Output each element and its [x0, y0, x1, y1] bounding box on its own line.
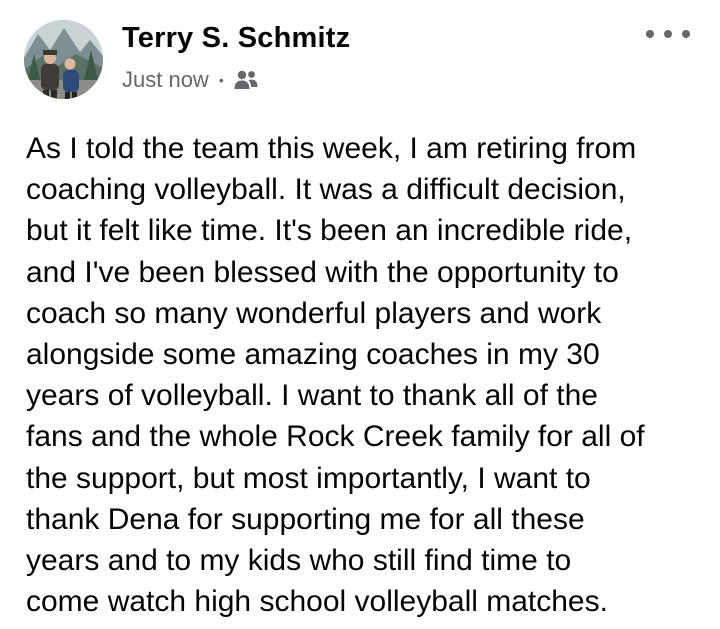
post-text-line: years and to my kids who still find time… [26, 544, 572, 578]
author-name[interactable]: Terry S. Schmitz [122, 22, 350, 55]
post-text: As I told the team this week, I am retir… [26, 128, 706, 622]
post-text-line: come watch high school volleyball matche… [26, 585, 608, 619]
post-timestamp[interactable]: Just now [122, 67, 209, 93]
meta-separator: • [218, 72, 224, 88]
author-avatar[interactable] [24, 20, 103, 99]
post-text-line: but it felt like time. It's been an incr… [26, 214, 633, 248]
post-text-line: the support, but most importantly, I wan… [26, 461, 591, 495]
post-text-line: fans and the whole Rock Creek family for… [26, 420, 645, 454]
post-text-line: coach so many wonderful players and work [26, 296, 602, 330]
post-text-line: As I told the team this week, I am retir… [26, 132, 637, 165]
more-dot [646, 30, 654, 38]
friends-icon[interactable] [233, 69, 259, 91]
post-text-line: thank Dena for supporting me for all the… [26, 502, 585, 536]
post-text-line: coaching volleyball. It was a difficult … [26, 173, 626, 207]
post-text-line: years of volleyball. I want to thank all… [26, 379, 598, 413]
avatar-photo [24, 20, 103, 99]
more-options-icon[interactable] [646, 20, 690, 48]
facebook-post: Terry S. Schmitz Just now • As I told th… [0, 0, 720, 629]
more-dot [682, 30, 690, 38]
post-meta: Just now • [122, 66, 259, 94]
post-text-line: alongside some amazing coaches in my 30 [26, 338, 600, 372]
post-text-line: and I've been blessed with the opportuni… [26, 255, 619, 289]
more-dot [664, 30, 672, 38]
